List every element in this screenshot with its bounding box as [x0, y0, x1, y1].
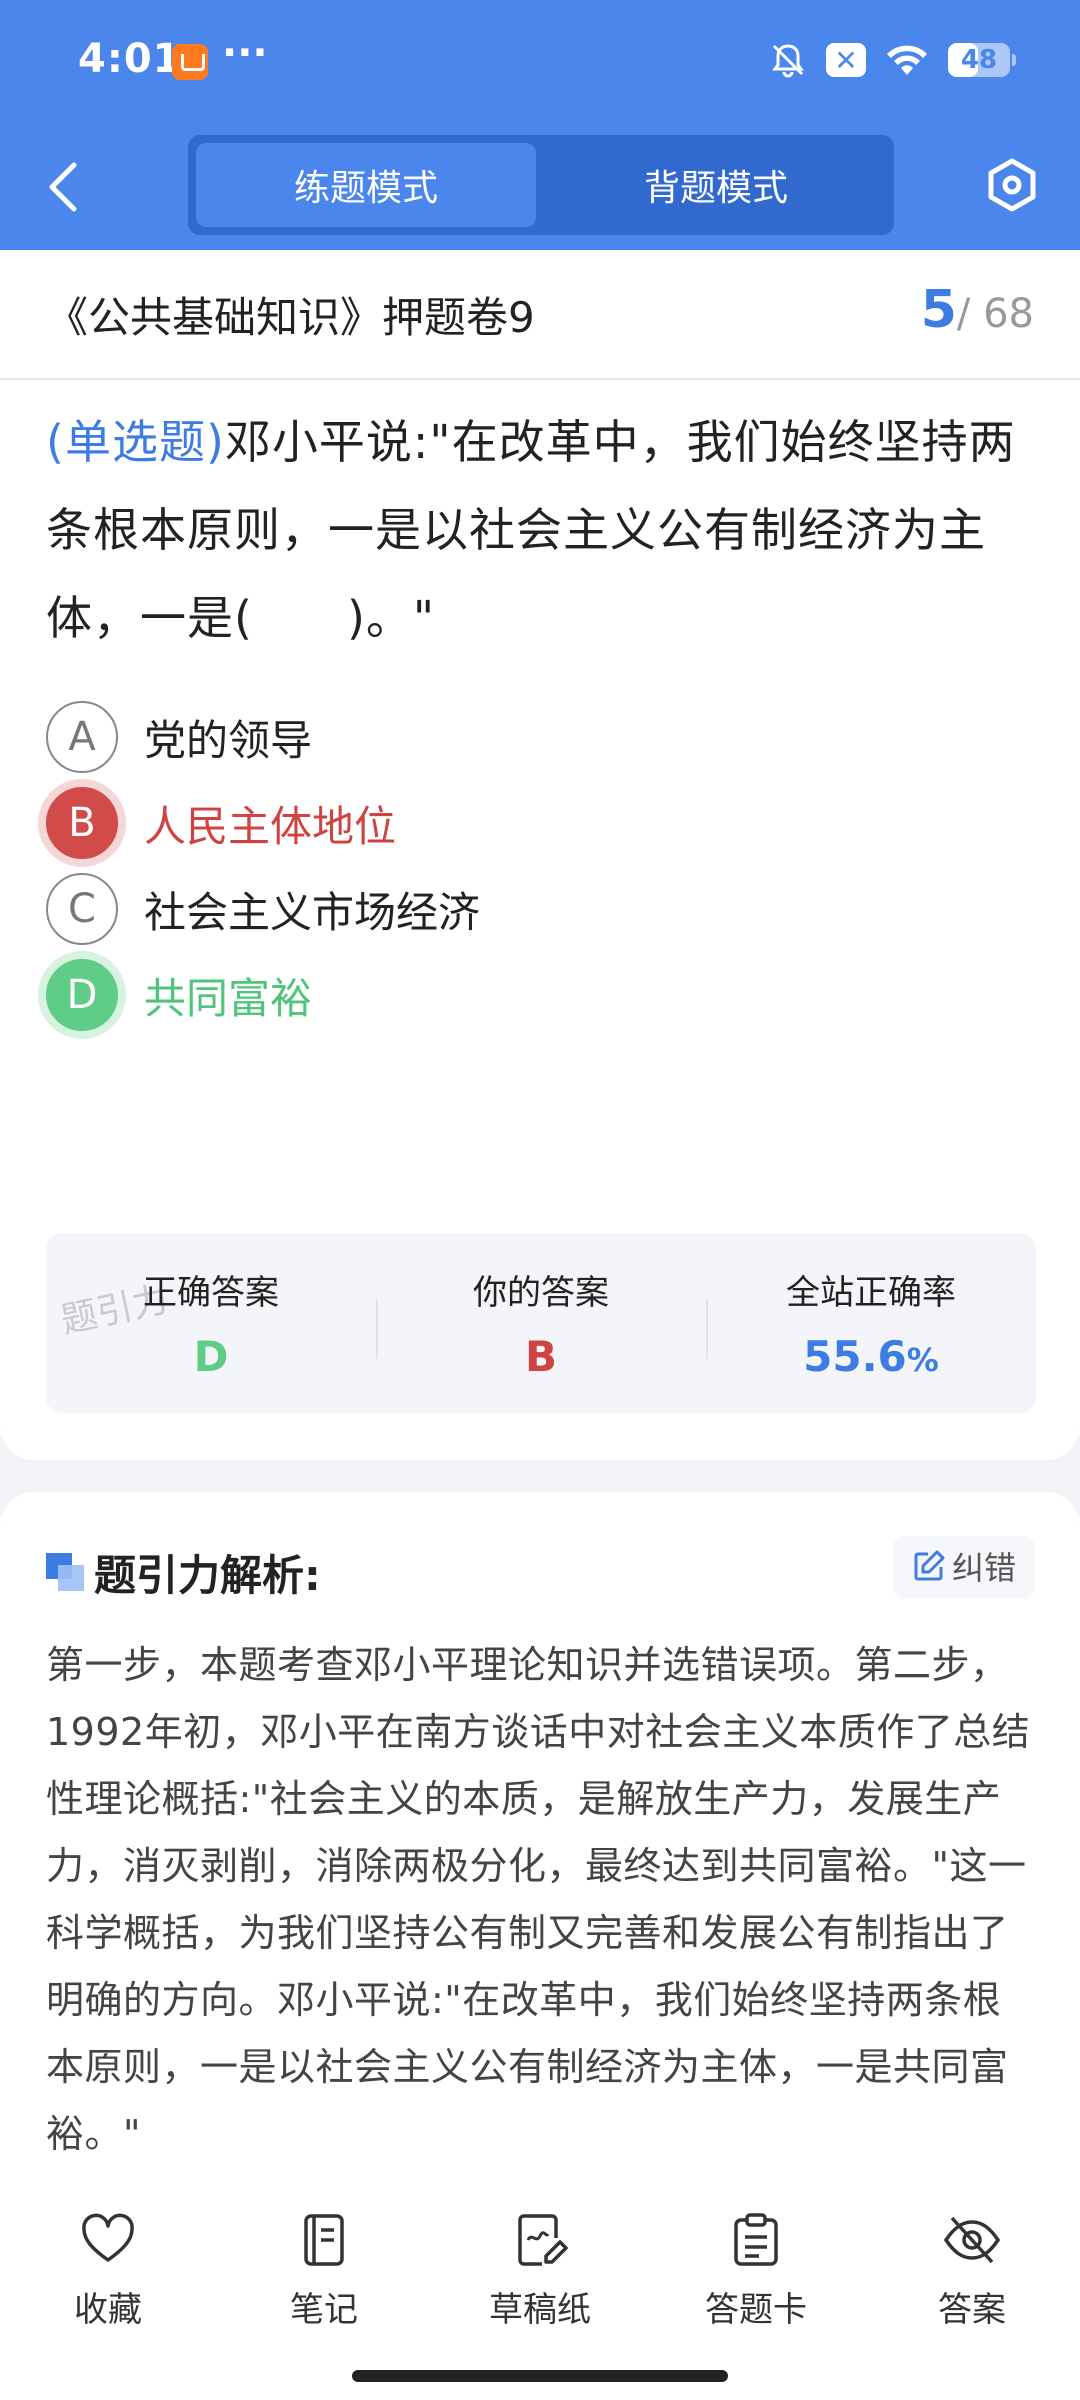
edit-icon	[914, 1550, 945, 1581]
notebook-icon	[304, 2214, 344, 2266]
correct-answer-value: D	[193, 1332, 229, 1381]
battery-icon: 48	[948, 43, 1016, 77]
accuracy-rate-unit: %	[906, 1341, 939, 1379]
option-letter: B	[46, 787, 118, 859]
nav-bar: 练题模式 背题模式	[0, 125, 1080, 250]
home-indicator[interactable]	[352, 2370, 728, 2382]
option-letter: C	[46, 873, 118, 945]
tab-memorize-mode[interactable]: 背题模式	[546, 143, 886, 227]
wifi-icon	[887, 45, 927, 75]
favorite-label: 收藏	[74, 2290, 142, 2330]
heart-icon	[82, 2213, 134, 2262]
report-error-button[interactable]: 纠错	[893, 1536, 1034, 1596]
draft-icon	[518, 2214, 568, 2266]
status-time: 4:01	[78, 36, 182, 82]
analysis-header: 题引力解析:	[46, 1542, 321, 1602]
notes-label: 笔记	[290, 2290, 358, 2330]
option-d[interactable]: D 共同富裕	[46, 957, 1036, 1033]
question-type: (单选题)	[46, 415, 225, 469]
option-c[interactable]: C 社会主义市场经济	[46, 871, 1036, 947]
question-stem: (单选题)邓小平说:"在改革中，我们始终坚持两条根本原则，一是以社会主义公有制经…	[46, 398, 1036, 662]
settings-hexagon-icon[interactable]	[982, 155, 1042, 215]
close-badge-icon: ✕	[826, 43, 866, 77]
option-text: 共同富裕	[144, 973, 313, 1023]
more-notifications-indicator: ···	[222, 30, 268, 76]
question-card: 《公共基础知识》押题卷9 5/ 68 (单选题)邓小平说:"在改革中，我们始终坚…	[0, 250, 1080, 1460]
status-icons: ✕ 48	[768, 38, 1016, 82]
bell-muted-icon	[772, 44, 804, 78]
tab-practice-mode[interactable]: 练题模式	[196, 143, 536, 227]
clipboard-icon	[734, 2213, 778, 2266]
correct-answer-label: 正确答案	[143, 1273, 279, 1313]
question-progress: 5/ 68	[921, 280, 1034, 340]
current-question-number: 5	[920, 280, 957, 340]
accuracy-rate-value: 55.6%	[706, 1332, 1036, 1381]
favorite-button[interactable]: 收藏	[28, 2210, 188, 2350]
notes-button[interactable]: 笔记	[244, 2210, 404, 2350]
accuracy-rate-number: 55.6	[803, 1332, 907, 1381]
option-a[interactable]: A 党的领导	[46, 699, 1036, 775]
option-text: 人民主体地位	[144, 801, 397, 851]
your-answer-stat: 你的答案 B	[376, 1233, 706, 1413]
answer-sheet-button[interactable]: 答题卡	[676, 2210, 836, 2350]
answer-stats: 题引力 正确答案 D 你的答案 B 全站正确率 55.6%	[46, 1233, 1036, 1413]
option-text: 党的领导	[144, 715, 313, 765]
bottom-toolbar: 收藏 笔记 草稿纸 答题卡 答案	[0, 2210, 1080, 2350]
eye-off-icon	[943, 2216, 1001, 2264]
analysis-text: 第一步，本题考查邓小平理论知识并选错误项。第二步，1992年初，邓小平在南方谈话…	[46, 1643, 1031, 2156]
toggle-answer-label: 答案	[938, 2290, 1006, 2330]
analysis-title: 题引力解析:	[94, 1550, 321, 1600]
shopping-app-icon	[172, 44, 208, 80]
correct-answer-stat: 正确答案 D	[46, 1233, 376, 1413]
draft-paper-label: 草稿纸	[489, 2290, 591, 2330]
paper-title-row: 《公共基础知识》押题卷9 5/ 68	[0, 250, 1080, 380]
status-bar: 4:01 ··· ✕ 48	[0, 0, 1080, 125]
option-letter: D	[46, 959, 118, 1031]
accuracy-rate-label: 全站正确率	[786, 1273, 956, 1313]
answer-sheet-label: 答题卡	[705, 2290, 807, 2330]
total-questions: / 68	[956, 291, 1034, 337]
option-text: 社会主义市场经济	[144, 887, 481, 937]
option-b[interactable]: B 人民主体地位	[46, 785, 1036, 861]
option-letter: A	[46, 701, 118, 773]
back-chevron-icon[interactable]	[42, 159, 86, 215]
battery-percent: 48	[960, 45, 998, 75]
report-error-label: 纠错	[951, 1549, 1016, 1587]
app-header: 4:01 ··· ✕ 48 练题模式 背题模式	[0, 0, 1080, 250]
paper-title: 《公共基础知识》押题卷9	[46, 293, 535, 342]
mode-switch: 练题模式 背题模式	[188, 135, 894, 235]
draft-paper-button[interactable]: 草稿纸	[460, 2210, 620, 2350]
accuracy-rate-stat: 全站正确率 55.6%	[706, 1233, 1036, 1413]
your-answer-label: 你的答案	[473, 1273, 609, 1313]
toggle-answer-button[interactable]: 答案	[892, 2210, 1052, 2350]
your-answer-value: B	[524, 1332, 557, 1381]
section-square-icon	[46, 1553, 84, 1591]
